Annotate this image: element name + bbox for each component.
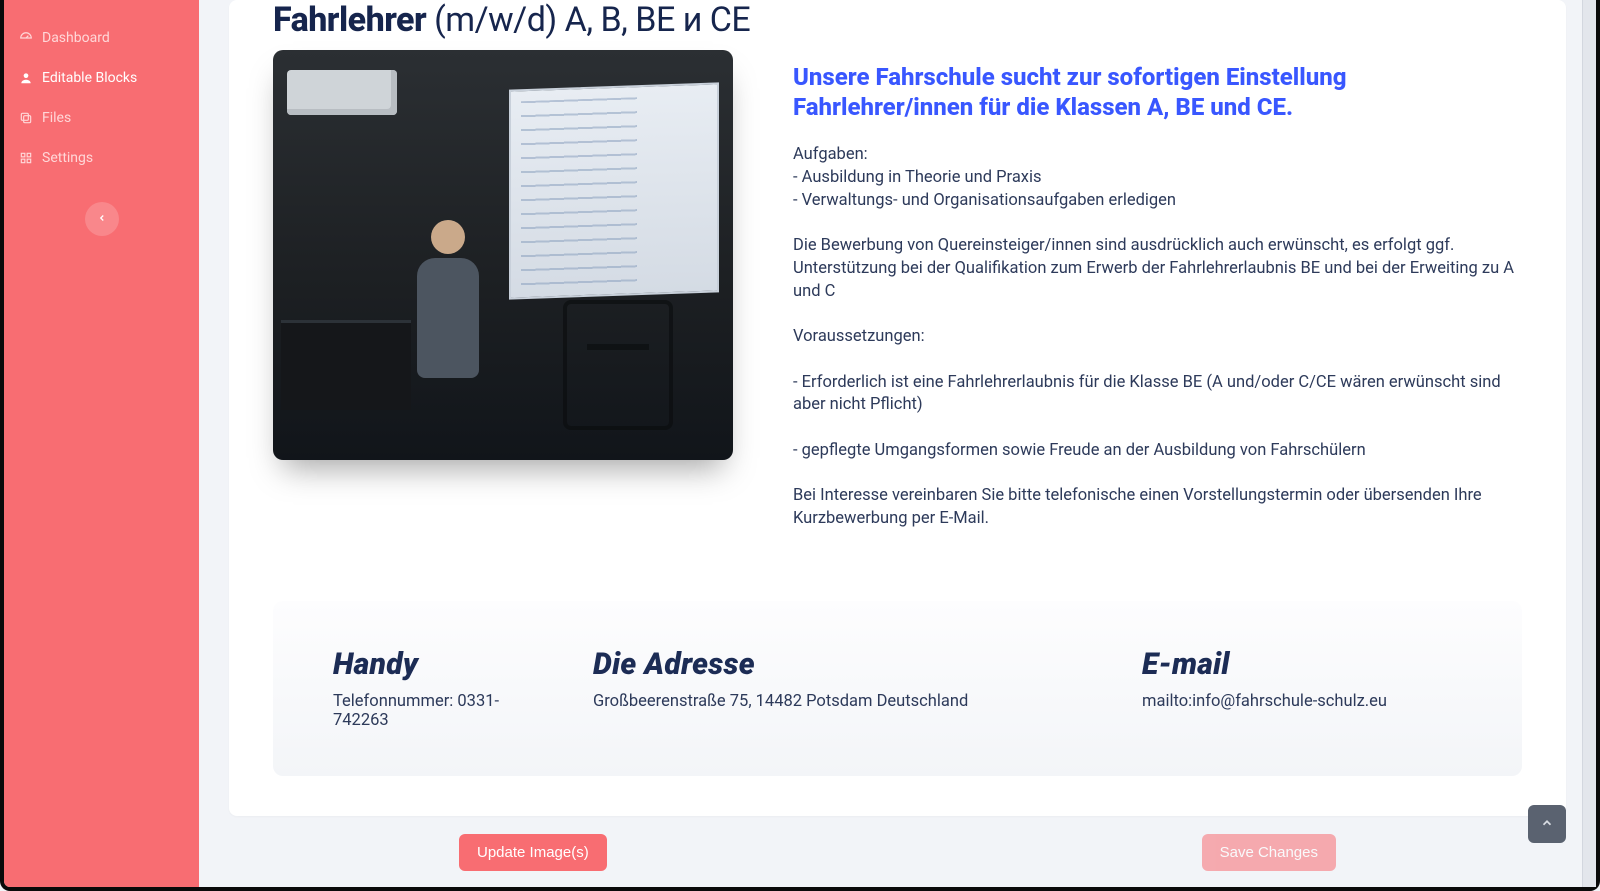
job-body: Aufgaben: - Ausbildung in Theorie und Pr… [793,144,1522,531]
scrollbar[interactable] [1582,0,1596,887]
job-text: Unsere Fahrschule sucht zur sofortigen E… [793,50,1522,531]
contact-address: Die Adresse Großbeerenstraße 75, 14482 P… [593,647,1102,730]
gauge-icon [18,30,34,46]
chevron-up-icon [1540,815,1554,834]
sidebar-item-label: Dashboard [42,30,110,46]
contact-card: Handy Telefonnummer: 0331-742263 Die Adr… [273,601,1522,776]
contact-address-title: Die Adresse [593,647,1102,682]
job-headline: Unsere Fahrschule sucht zur sofortigen E… [793,62,1522,122]
job-row: Unsere Fahrschule sucht zur sofortigen E… [273,50,1522,531]
scroll-to-top-button[interactable] [1528,805,1566,843]
content-card: Fahrlehrer (m/w/d) A, B, BE и CE Unsere … [229,0,1566,816]
contact-email-value: mailto:info@fahrschule-schulz.eu [1142,692,1462,711]
contact-phone: Handy Telefonnummer: 0331-742263 [333,647,553,730]
sidebar-item-label: Settings [42,150,93,166]
chevron-left-icon [97,211,107,227]
job-image [273,50,733,460]
sidebar: Dashboard Editable Blocks Files Settings [4,0,199,887]
page-title-light: (m/w/d) A, B, BE и CE [434,0,750,40]
sidebar-item-dashboard[interactable]: Dashboard [4,18,199,58]
sidebar-item-label: Editable Blocks [42,70,137,86]
contact-phone-title: Handy [333,647,553,682]
contact-email: E-mail mailto:info@fahrschule-schulz.eu [1142,647,1462,730]
sidebar-item-settings[interactable]: Settings [4,138,199,178]
page-title-bold: Fahrlehrer [273,0,426,40]
sidebar-item-label: Files [42,110,71,126]
page-title: Fahrlehrer (m/w/d) A, B, BE и CE [273,0,1522,40]
action-row: Update Image(s) Save Changes [199,816,1596,871]
contact-phone-value: Telefonnummer: 0331-742263 [333,692,553,730]
sidebar-item-editable-blocks[interactable]: Editable Blocks [4,58,199,98]
update-images-button[interactable]: Update Image(s) [459,834,607,871]
contact-address-value: Großbeerenstraße 75, 14482 Potsdam Deuts… [593,692,1102,711]
main-content: Fahrlehrer (m/w/d) A, B, BE и CE Unsere … [199,0,1596,887]
copy-icon [18,110,34,126]
sidebar-item-files[interactable]: Files [4,98,199,138]
user-icon [18,70,34,86]
save-changes-button[interactable]: Save Changes [1202,834,1336,871]
contact-email-title: E-mail [1142,647,1462,682]
grid-icon [18,150,34,166]
sidebar-collapse-button[interactable] [85,202,119,236]
